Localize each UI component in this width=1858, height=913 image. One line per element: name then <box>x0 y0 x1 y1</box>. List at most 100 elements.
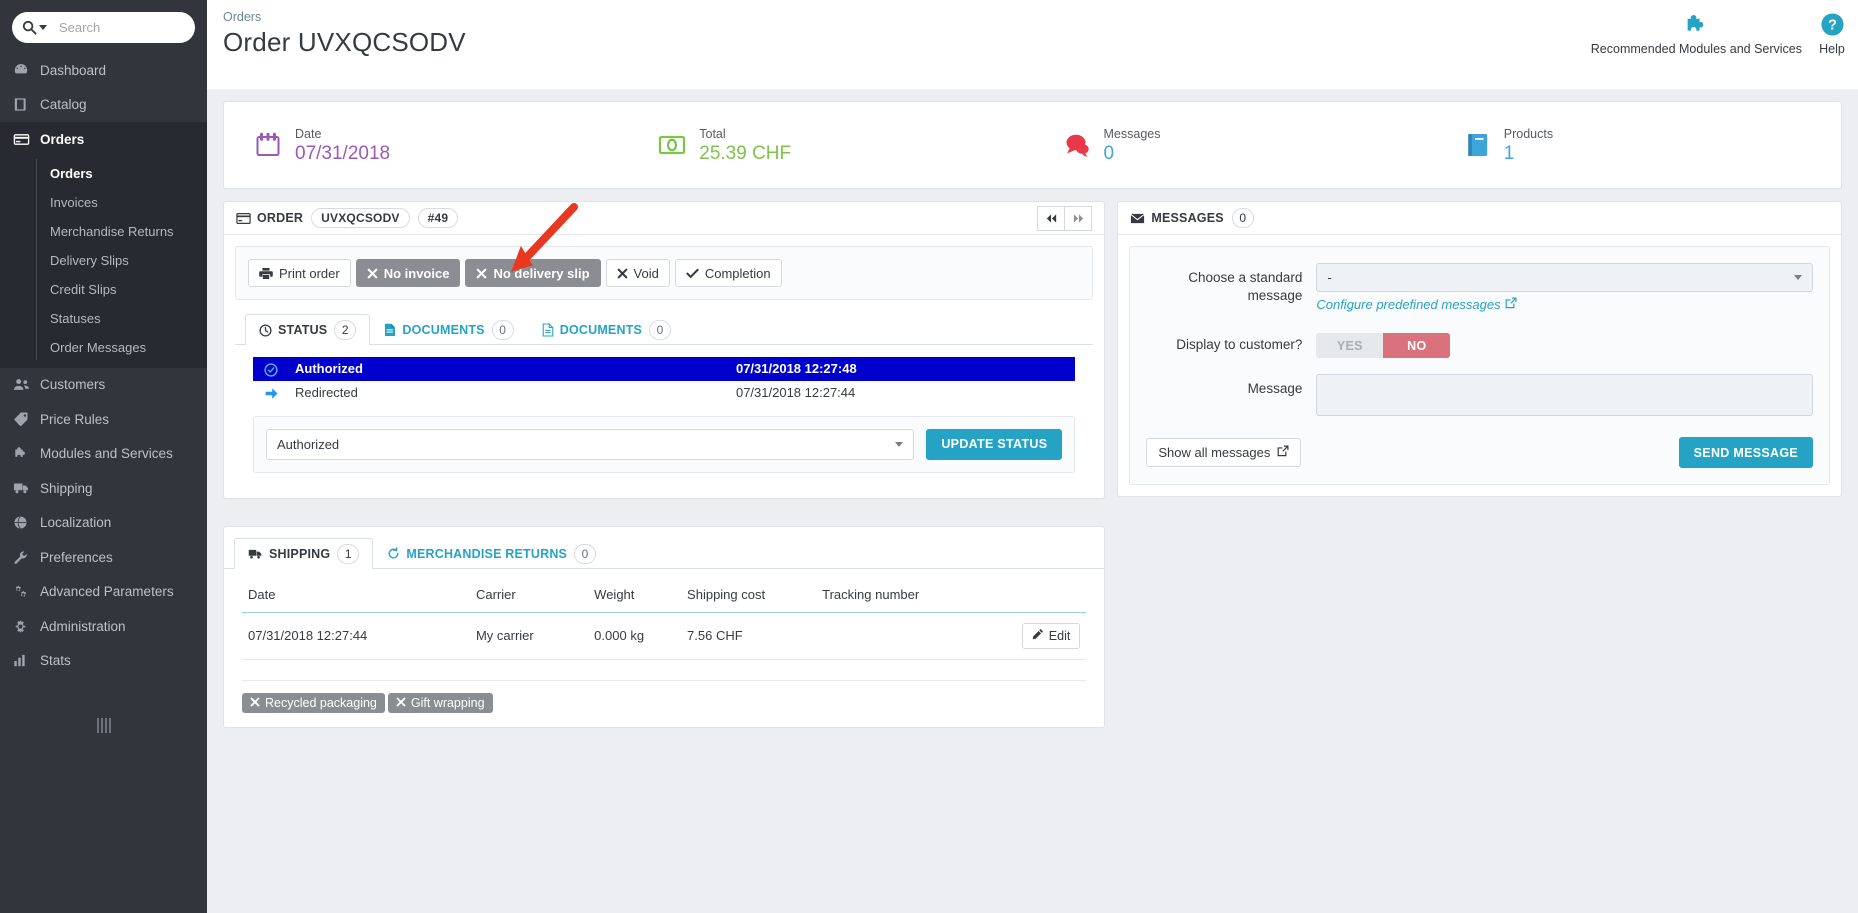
sidebar-collapse-handle[interactable] <box>0 718 207 733</box>
order-flags: Recycled packaging Gift wrapping <box>242 692 1086 713</box>
tab-merchandise-returns[interactable]: MERCHANDISE RETURNS 0 <box>373 538 610 569</box>
sidebar-item-orders[interactable]: Orders <box>0 122 207 157</box>
sidebar-item-dashboard[interactable]: Dashboard <box>0 53 207 88</box>
display-to-customer-toggle[interactable]: YES NO <box>1316 333 1451 358</box>
status-date: 07/31/2018 12:27:44 <box>735 384 856 400</box>
table-row[interactable]: Authorized 07/31/2018 12:27:48 <box>253 357 1076 381</box>
sidebar-item-price-rules[interactable]: Price Rules <box>0 402 207 437</box>
kpi-value: 25.39 CHF <box>699 143 792 164</box>
svg-text:?: ? <box>1828 18 1837 34</box>
help-label: Help <box>1819 42 1845 56</box>
message-row: Message <box>1146 374 1813 421</box>
completion-label: Completion <box>704 265 771 281</box>
print-order-button[interactable]: Print order <box>248 259 351 287</box>
order-status-table: Authorized 07/31/2018 12:27:48 Redirecte… <box>253 357 1076 404</box>
show-all-messages-label: Show all messages <box>1158 445 1271 460</box>
times-icon <box>617 268 628 279</box>
kpi-label: Total <box>699 127 726 141</box>
recommended-modules-button[interactable]: Recommended Modules and Services <box>1591 12 1802 56</box>
completion-button[interactable]: Completion <box>674 259 782 287</box>
order-tabs: STATUS 2 DOCUMENTS 0 DOCUMENTS 0 <box>235 314 1094 345</box>
sidebar-item-administration[interactable]: Administration <box>0 609 207 644</box>
panels-row: ORDER UVXQCSODV #49 Print order No invoi… <box>223 201 1842 728</box>
tab-shipping[interactable]: SHIPPING 1 <box>234 537 374 569</box>
status-select[interactable]: Authorized <box>266 428 915 460</box>
recommended-modules-label: Recommended Modules and Services <box>1590 42 1802 56</box>
no-invoice-button[interactable]: No invoice <box>355 259 461 287</box>
tab-documents-1[interactable]: DOCUMENTS 0 <box>370 314 527 345</box>
configure-link-label: Configure predefined messages <box>1316 297 1501 312</box>
shipping-tab-body: Date Carrier Weight Shipping cost Tracki… <box>224 569 1104 727</box>
printer-icon <box>259 267 273 280</box>
sidebar-item-catalog[interactable]: Catalog <box>0 88 207 123</box>
sidebar-subitem-label: Delivery Slips <box>50 252 129 268</box>
sidebar-subitem-delivery-slips[interactable]: Delivery Slips <box>0 246 207 275</box>
stats-icon <box>13 653 35 668</box>
sidebar-item-advanced-parameters[interactable]: Advanced Parameters <box>0 575 207 610</box>
no-delivery-slip-button[interactable]: No delivery slip <box>465 259 601 287</box>
standard-message-select[interactable]: - <box>1316 263 1813 292</box>
table-row: 07/31/2018 12:27:44 My carrier 0.000 kg … <box>242 612 1087 660</box>
sidebar-subitem-credit-slips[interactable]: Credit Slips <box>0 275 207 304</box>
table-row[interactable]: Redirected 07/31/2018 12:27:44 <box>253 381 1075 404</box>
sidebar-item-label: Administration <box>40 618 126 634</box>
sidebar-subitem-label: Statuses <box>50 310 101 326</box>
sidebar-item-localization[interactable]: Localization <box>0 506 207 541</box>
page-header-actions: Recommended Modules and Services ? Help <box>1591 12 1852 56</box>
message-input[interactable] <box>1316 374 1813 416</box>
kpi-summary-bar: Date 07/31/2018 Total 25.39 CHF Messages… <box>223 101 1842 189</box>
edit-shipping-button[interactable]: Edit <box>1021 622 1081 649</box>
sidebar-subitem-invoices[interactable]: Invoices <box>0 188 207 217</box>
sidebar-item-shipping[interactable]: Shipping <box>0 471 207 506</box>
standard-message-value: - <box>1327 270 1332 285</box>
sidebar-item-stats[interactable]: Stats <box>0 644 207 679</box>
clock-icon <box>259 323 272 337</box>
kpi-value: 07/31/2018 <box>295 143 391 164</box>
configure-predefined-messages-link[interactable]: Configure predefined messages <box>1316 297 1517 312</box>
sidebar-subitem-statuses[interactable]: Statuses <box>0 304 207 333</box>
shipping-weight: 0.000 kg <box>588 612 682 660</box>
gift-wrapping-label: Gift wrapping <box>410 695 485 710</box>
previous-order-button[interactable] <box>1037 205 1066 231</box>
order-pager <box>1037 205 1093 231</box>
arrow-right-icon <box>253 381 289 404</box>
sidebar-subitem-order-messages[interactable]: Order Messages <box>0 333 207 362</box>
sidebar-subitem-label: Orders <box>50 165 93 181</box>
sidebar-item-label: Catalog <box>40 97 87 113</box>
tab-documents-1-label: DOCUMENTS <box>402 323 485 337</box>
help-button[interactable]: ? Help <box>1812 12 1852 56</box>
tab-documents-2[interactable]: DOCUMENTS 0 <box>528 314 685 345</box>
sidebar-item-modules-and-services[interactable]: Modules and Services <box>0 437 207 472</box>
kpi-label: Messages <box>1103 127 1161 141</box>
void-button[interactable]: Void <box>605 259 670 287</box>
order-actions-toolbar: Print order No invoice No delivery slip … <box>235 246 1094 300</box>
times-icon <box>367 268 378 279</box>
show-all-messages-button[interactable]: Show all messages <box>1146 438 1302 467</box>
search-icon[interactable] <box>22 20 47 35</box>
toggle-yes[interactable]: YES <box>1316 333 1384 358</box>
send-message-button[interactable]: SEND MESSAGE <box>1678 437 1813 468</box>
sidebar-item-customers[interactable]: Customers <box>0 368 207 403</box>
sidebar-item-preferences[interactable]: Preferences <box>0 540 207 575</box>
update-status-button[interactable]: UPDATE STATUS <box>926 428 1063 460</box>
toggle-no[interactable]: NO <box>1383 333 1451 358</box>
sidebar-item-label: Modules and Services <box>40 446 173 462</box>
next-order-button[interactable] <box>1064 205 1093 231</box>
sidebar-search[interactable] <box>12 12 195 43</box>
tab-status[interactable]: STATUS 2 <box>245 314 371 345</box>
main-content: Orders Order UVXQCSODV Recommended Modul… <box>207 0 1858 913</box>
shipping-tracking <box>816 612 994 660</box>
sidebar-subitem-merchandise-returns[interactable]: Merchandise Returns <box>0 217 207 246</box>
sidebar-subitem-orders[interactable]: Orders <box>0 159 207 188</box>
status-label: Authorized <box>295 361 363 377</box>
status-label: Redirected <box>295 384 358 400</box>
col-weight: Weight <box>588 578 682 613</box>
envelope-icon <box>1130 213 1145 224</box>
orders-icon <box>236 212 251 225</box>
content-area: Date 07/31/2018 Total 25.39 CHF Messages… <box>207 89 1858 913</box>
order-panel-body: Print order No invoice No delivery slip … <box>224 235 1104 498</box>
chevron-down-icon[interactable] <box>39 25 47 30</box>
tab-shipping-label: SHIPPING <box>269 546 331 561</box>
search-input[interactable] <box>59 20 179 35</box>
sidebar-submenu-orders: Orders Invoices Merchandise Returns Deli… <box>0 156 207 368</box>
